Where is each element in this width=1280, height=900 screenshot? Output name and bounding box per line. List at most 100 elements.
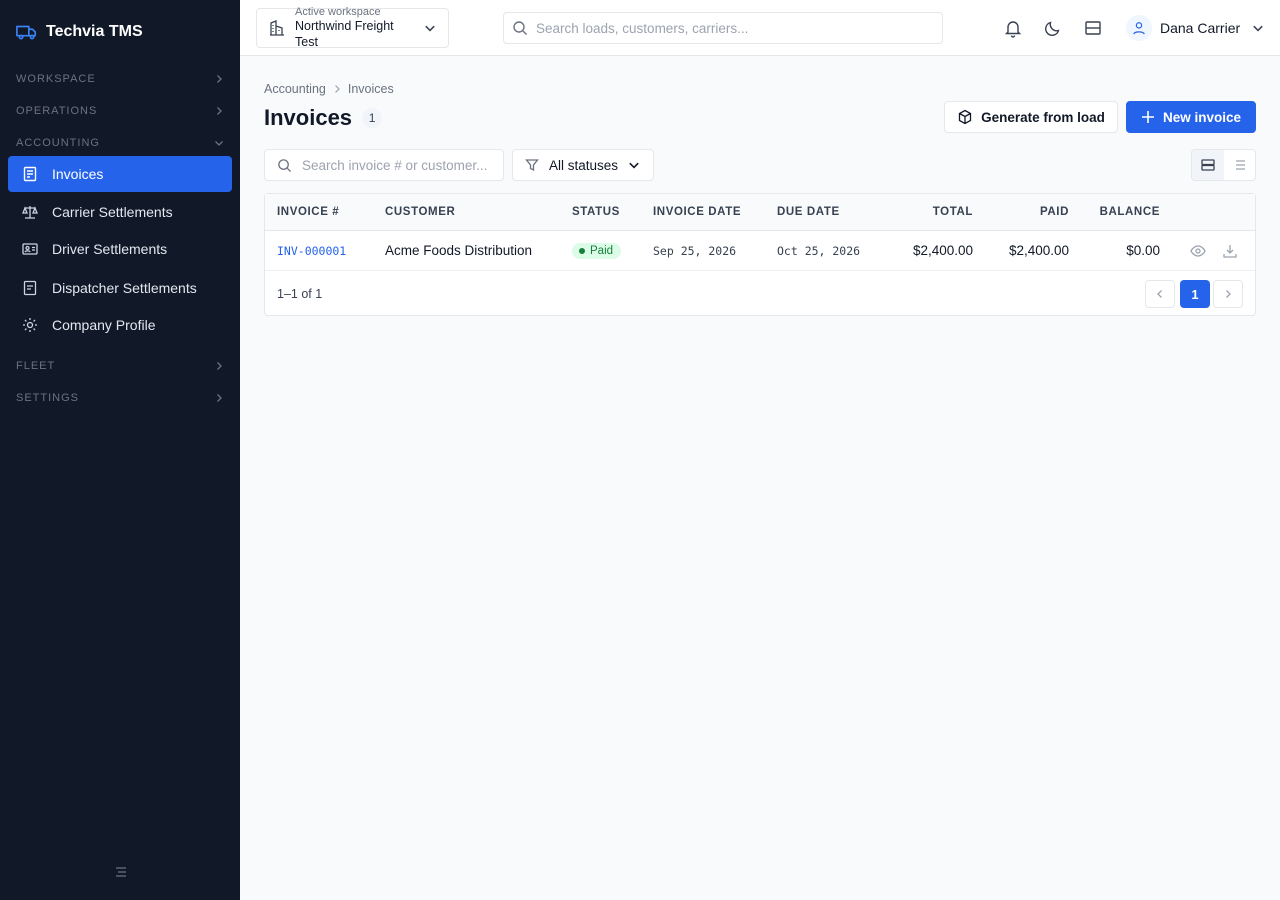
column-header-paid[interactable]: PAID	[985, 194, 1069, 230]
pagination-range: 1–1 of 1	[277, 287, 323, 301]
brand[interactable]: Techvia TMS	[16, 20, 143, 44]
layout-icon[interactable]	[1083, 18, 1103, 38]
sidebar: Techvia TMS WORKSPACE OPERATIONS ACCOUNT…	[0, 0, 240, 900]
avatar	[1126, 15, 1152, 41]
user-icon	[1132, 21, 1146, 35]
moon-icon[interactable]	[1043, 18, 1063, 38]
column-header-balance[interactable]: BALANCE	[1080, 194, 1160, 230]
sidebar-section-fleet[interactable]: FLEET	[16, 358, 224, 374]
chevron-down-icon	[1252, 22, 1264, 34]
page-1-button[interactable]: 1	[1180, 280, 1210, 308]
breadcrumb: Accounting Invoices	[264, 82, 394, 96]
sidebar-item-driver-settlements[interactable]: Driver Settlements	[8, 231, 232, 267]
status-badge-label: Paid	[590, 244, 614, 257]
column-header-customer[interactable]: CUSTOMER	[385, 194, 455, 230]
user-name: Dana Carrier	[1160, 20, 1241, 36]
sidebar-collapse-icon[interactable]	[113, 864, 129, 880]
global-search-input[interactable]	[536, 20, 926, 36]
due-date-cell: Oct 25, 2026	[777, 243, 861, 258]
download-action[interactable]	[1222, 231, 1238, 270]
status-filter-value: All statuses	[549, 157, 619, 173]
breadcrumb-current: Invoices	[347, 82, 394, 96]
invoice-search-input[interactable]	[302, 157, 491, 173]
view-action[interactable]	[1190, 231, 1206, 270]
chevron-down-icon	[214, 138, 224, 148]
sidebar-item-label: Dispatcher Settlements	[52, 280, 197, 296]
page-title: Invoices	[264, 105, 353, 130]
sidebar-section-settings[interactable]: SETTINGS	[16, 390, 224, 406]
search-icon	[512, 20, 528, 36]
total-cell: $2,400.00	[912, 243, 973, 258]
chevron-right-icon	[214, 106, 224, 116]
chevron-right-icon	[214, 361, 224, 371]
sidebar-section-operations[interactable]: OPERATIONS	[16, 103, 224, 119]
sidebar-section-workspace[interactable]: WORKSPACE	[16, 71, 224, 87]
section-label: SETTINGS	[16, 392, 80, 404]
section-label: OPERATIONS	[16, 105, 98, 117]
building-icon	[269, 20, 285, 36]
chevron-down-icon	[628, 159, 640, 171]
count-badge: 1	[362, 108, 383, 128]
section-label: WORKSPACE	[16, 73, 96, 85]
topbar: Active workspace Northwind Freight Test …	[240, 0, 1280, 56]
list-icon	[1232, 158, 1246, 172]
chevron-down-icon	[424, 22, 436, 34]
user-menu[interactable]: Dana Carrier	[1126, 14, 1264, 42]
workspace-caption: Active workspace	[295, 6, 381, 18]
invoices-table: INVOICE # CUSTOMER STATUS INVOICE DATE D…	[264, 193, 1256, 316]
chevron-right-icon	[1223, 289, 1233, 299]
customer-cell: Acme Foods Distribution	[385, 243, 533, 258]
document-icon	[22, 280, 38, 296]
workspace-text: Active workspace Northwind Freight Test	[295, 6, 410, 50]
prev-page-button[interactable]	[1145, 280, 1175, 308]
global-search	[503, 12, 943, 44]
sidebar-item-label: Carrier Settlements	[52, 204, 173, 220]
list-view-button[interactable]	[1224, 150, 1256, 180]
status-cell: Paid	[572, 231, 622, 270]
new-invoice-label: New invoice	[1162, 109, 1242, 125]
generate-from-load-label: Generate from load	[981, 109, 1105, 125]
chevron-left-icon	[1155, 289, 1165, 299]
sidebar-section-accounting[interactable]: ACCOUNTING	[16, 135, 224, 151]
chevron-right-icon	[214, 393, 224, 403]
table-row[interactable]: INV-000001 Acme Foods Distribution Paid …	[265, 231, 1255, 271]
card-view-button[interactable]	[1192, 150, 1224, 180]
status-filter-select[interactable]: All statuses	[512, 149, 654, 181]
view-toggle	[1191, 149, 1256, 181]
truck-icon	[16, 21, 38, 43]
generate-from-load-button[interactable]: Generate from load	[944, 101, 1118, 133]
invoice-search	[264, 149, 504, 181]
download-icon[interactable]	[1222, 243, 1238, 259]
sidebar-item-dispatcher-settlements[interactable]: Dispatcher Settlements	[8, 270, 232, 306]
workspace-name: Northwind Freight Test	[295, 19, 394, 49]
eye-icon[interactable]	[1190, 243, 1206, 259]
chevron-right-icon	[214, 74, 224, 84]
column-header-status[interactable]: STATUS	[572, 194, 620, 230]
sidebar-item-invoices[interactable]: Invoices	[8, 156, 232, 192]
column-header-due-date[interactable]: DUE DATE	[777, 194, 840, 230]
breadcrumb-accounting[interactable]: Accounting	[264, 82, 326, 96]
new-invoice-button[interactable]: New invoice	[1126, 101, 1256, 133]
scale-icon	[22, 204, 38, 220]
column-header-invoice[interactable]: INVOICE #	[277, 194, 339, 230]
filter-icon	[525, 158, 539, 172]
plus-icon	[1141, 110, 1155, 124]
status-dot	[579, 247, 585, 254]
box-icon	[957, 109, 973, 125]
app-name: Techvia TMS	[46, 23, 143, 40]
workspace-switcher[interactable]: Active workspace Northwind Freight Test	[256, 6, 449, 50]
table-header: INVOICE # CUSTOMER STATUS INVOICE DATE D…	[265, 194, 1255, 231]
next-page-button[interactable]	[1213, 280, 1243, 308]
bell-icon[interactable]	[1003, 18, 1023, 38]
column-header-invoice-date[interactable]: INVOICE DATE	[653, 194, 741, 230]
chevron-right-icon	[332, 84, 342, 94]
column-header-total[interactable]: TOTAL	[885, 194, 973, 230]
sidebar-item-company-profile[interactable]: Company Profile	[8, 307, 232, 343]
status-badge: Paid	[572, 242, 622, 259]
sidebar-item-carrier-settlements[interactable]: Carrier Settlements	[8, 194, 232, 230]
gear-icon	[22, 317, 38, 333]
page-title-wrap: Invoices 1	[264, 105, 383, 131]
section-label: ACCOUNTING	[16, 137, 100, 149]
invoice-number-link[interactable]: INV-000001	[277, 231, 346, 270]
invoice-date-cell: Sep 25, 2026	[653, 243, 737, 258]
